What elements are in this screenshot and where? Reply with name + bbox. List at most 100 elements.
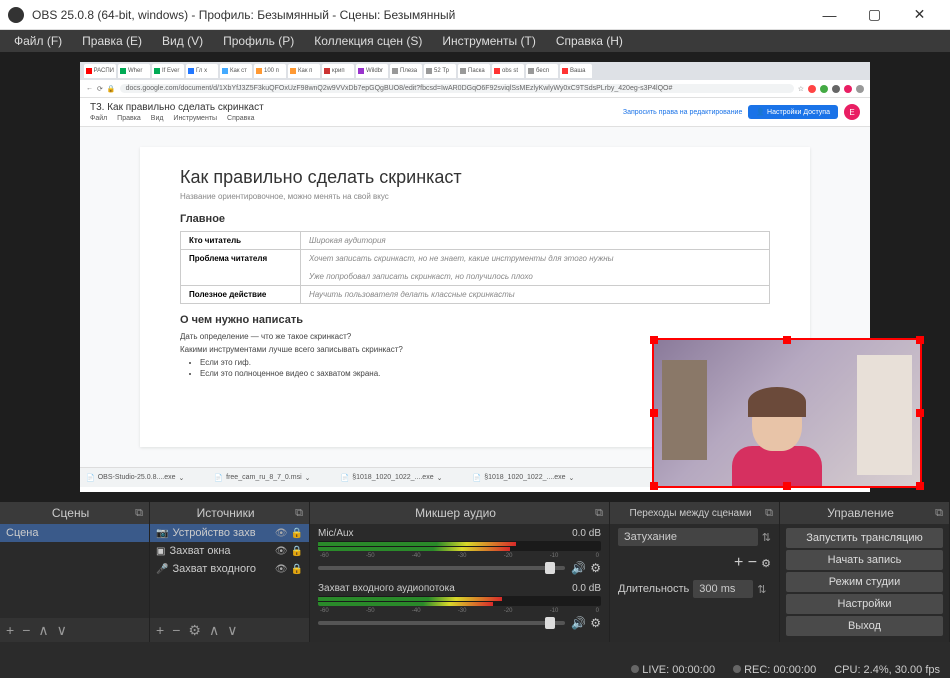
webcam-feed [654, 340, 920, 486]
webcam-source-selection[interactable] [652, 338, 922, 488]
resize-handle[interactable] [650, 482, 658, 490]
source-item[interactable]: 📷 Устройство захв 👁🔒 [150, 524, 309, 542]
dock-icon[interactable]: ⧉ [135, 507, 143, 520]
download-item: 📄§1018_1020_1022_....exe⌄ [341, 474, 443, 482]
doc-subtitle: Название ориентировочное, можно менять н… [180, 192, 770, 201]
dock-icon[interactable]: ⧉ [595, 507, 603, 520]
volume-slider[interactable] [318, 566, 565, 570]
add-transition-button[interactable]: + − [618, 554, 757, 572]
doc-title: Т3. Как правильно сделать скринкаст [90, 102, 623, 113]
start-recording-button[interactable]: Начать запись [786, 550, 943, 570]
menu-scene-collection[interactable]: Коллекция сцен (S) [304, 32, 432, 50]
browser-tab: Паска [458, 64, 490, 78]
source-item[interactable]: ▣ Захват окна 👁🔒 [150, 542, 309, 560]
doc-table: Кто читательШирокая аудитория Проблема ч… [180, 231, 770, 304]
speaker-icon[interactable]: 🔊 [571, 561, 586, 575]
audio-meter [318, 541, 601, 551]
maximize-button[interactable]: ▢ [852, 0, 897, 29]
browser-tab: Wher [118, 64, 150, 78]
resize-handle[interactable] [783, 482, 791, 490]
minimize-button[interactable]: — [807, 0, 852, 29]
menu-tools[interactable]: Инструменты (T) [432, 32, 545, 50]
doc-menu: Файл Правка Вид Инструменты Справка [90, 115, 623, 122]
remove-source-button[interactable]: − [172, 622, 180, 638]
browser-tab: If Ever [152, 64, 184, 78]
bottom-panels: Сцены ⧉ Сцена + − ∧ ∨ Источники ⧉ 📷 Устр… [0, 502, 950, 642]
menu-view[interactable]: Вид (V) [152, 32, 213, 50]
visibility-icon[interactable]: 👁 [275, 528, 288, 539]
scene-item[interactable]: Сцена [0, 524, 149, 542]
source-properties-button[interactable]: ⚙ [188, 622, 201, 639]
live-indicator-icon [631, 665, 639, 673]
resize-handle[interactable] [916, 409, 924, 417]
audio-mixer-panel: Микшер аудио ⧉ Mic/Aux0.0 dB -60-50-40-3… [310, 502, 610, 642]
speaker-icon[interactable]: 🔊 [571, 616, 586, 630]
volume-slider[interactable] [318, 621, 565, 625]
menubar: Файл (F) Правка (E) Вид (V) Профиль (P) … [0, 30, 950, 52]
move-up-button[interactable]: ∧ [38, 622, 48, 639]
browser-tab: бесп [526, 64, 558, 78]
add-source-button[interactable]: + [156, 622, 164, 638]
menu-profile[interactable]: Профиль (P) [213, 32, 304, 50]
resize-handle[interactable] [783, 336, 791, 344]
transition-select[interactable]: Затухание [618, 528, 758, 546]
user-avatar: E [844, 104, 860, 120]
obs-app-icon [8, 7, 24, 23]
download-item: 📄free_cam_ru_8_7_0.msi⌄ [214, 474, 310, 482]
browser-tab: крип [322, 64, 354, 78]
window-titlebar: OBS 25.0.8 (64-bit, windows) - Профиль: … [0, 0, 950, 30]
gear-icon[interactable]: ⚙ [761, 557, 771, 570]
menu-help[interactable]: Справка (H) [546, 32, 633, 50]
gear-icon[interactable]: ⚙ [590, 561, 601, 575]
close-button[interactable]: ✕ [897, 0, 942, 29]
doc-section-heading: О чем нужно написать [180, 314, 770, 326]
move-down-button[interactable]: ∨ [227, 622, 237, 639]
dock-icon[interactable]: ⧉ [935, 507, 943, 520]
mixer-channel: Захват входного аудиопотока0.0 dB -60-50… [310, 579, 609, 634]
download-item: 📄OBS-Studio-25.0.8....exe⌄ [86, 474, 184, 482]
duration-input[interactable]: 300 ms [693, 580, 753, 598]
sources-panel: Источники ⧉ 📷 Устройство захв 👁🔒 ▣ Захва… [150, 502, 310, 642]
dock-icon[interactable]: ⧉ [295, 507, 303, 520]
dock-icon[interactable]: ⧉ [765, 507, 773, 520]
browser-tab: 100 п [254, 64, 286, 78]
visibility-icon[interactable]: 👁 [275, 564, 288, 575]
remove-scene-button[interactable]: − [22, 622, 30, 638]
menu-edit[interactable]: Правка (E) [72, 32, 152, 50]
resize-handle[interactable] [916, 482, 924, 490]
rec-indicator-icon [733, 665, 741, 673]
stepper-icon[interactable]: ⇅ [757, 583, 766, 596]
mixer-channel: Mic/Aux0.0 dB -60-50-40-30-20-100 🔊⚙ [310, 524, 609, 579]
browser-tabstrip: РАСПИ Wher If Ever Гл х Как ст 100 п Как… [80, 62, 870, 80]
browser-address-bar: ← ⟳ 🔒 docs.google.com/document/d/1XbYfJ3… [80, 80, 870, 98]
add-scene-button[interactable]: + [6, 622, 14, 638]
lock-icon: 🔒 [107, 85, 116, 93]
preview-area[interactable]: РАСПИ Wher If Ever Гл х Как ст 100 п Как… [0, 52, 950, 502]
settings-button[interactable]: Настройки [786, 594, 943, 614]
visibility-icon[interactable]: 👁 [275, 546, 288, 557]
move-up-button[interactable]: ∧ [209, 622, 219, 639]
menu-file[interactable]: Файл (F) [4, 32, 72, 50]
camera-icon: 📷 [156, 528, 168, 539]
lock-icon[interactable]: 🔒 [291, 564, 303, 575]
start-streaming-button[interactable]: Запустить трансляцию [786, 528, 943, 548]
exit-button[interactable]: Выход [786, 616, 943, 636]
resize-handle[interactable] [650, 409, 658, 417]
scenes-panel-title: Сцены [6, 506, 135, 520]
gear-icon[interactable]: ⚙ [590, 616, 601, 630]
statusbar: LIVE: 00:00:00 REC: 00:00:00 CPU: 2.4%, … [631, 664, 940, 676]
lock-icon[interactable]: 🔒 [291, 546, 303, 557]
transitions-panel: Переходы между сценами ⧉ Затухание ⇅ + −… [610, 502, 780, 642]
google-docs-header: Т3. Как правильно сделать скринкаст Файл… [80, 98, 870, 127]
move-down-button[interactable]: ∨ [57, 622, 67, 639]
browser-tab: 52 Тр [424, 64, 456, 78]
sources-panel-title: Источники [156, 506, 295, 520]
chevron-updown-icon[interactable]: ⇅ [762, 531, 771, 544]
window-icon: ▣ [156, 546, 165, 557]
mixer-panel-title: Микшер аудио [316, 506, 595, 520]
resize-handle[interactable] [916, 336, 924, 344]
studio-mode-button[interactable]: Режим студии [786, 572, 943, 592]
source-item[interactable]: 🎤 Захват входного 👁🔒 [150, 560, 309, 578]
lock-icon[interactable]: 🔒 [291, 528, 303, 539]
resize-handle[interactable] [650, 336, 658, 344]
